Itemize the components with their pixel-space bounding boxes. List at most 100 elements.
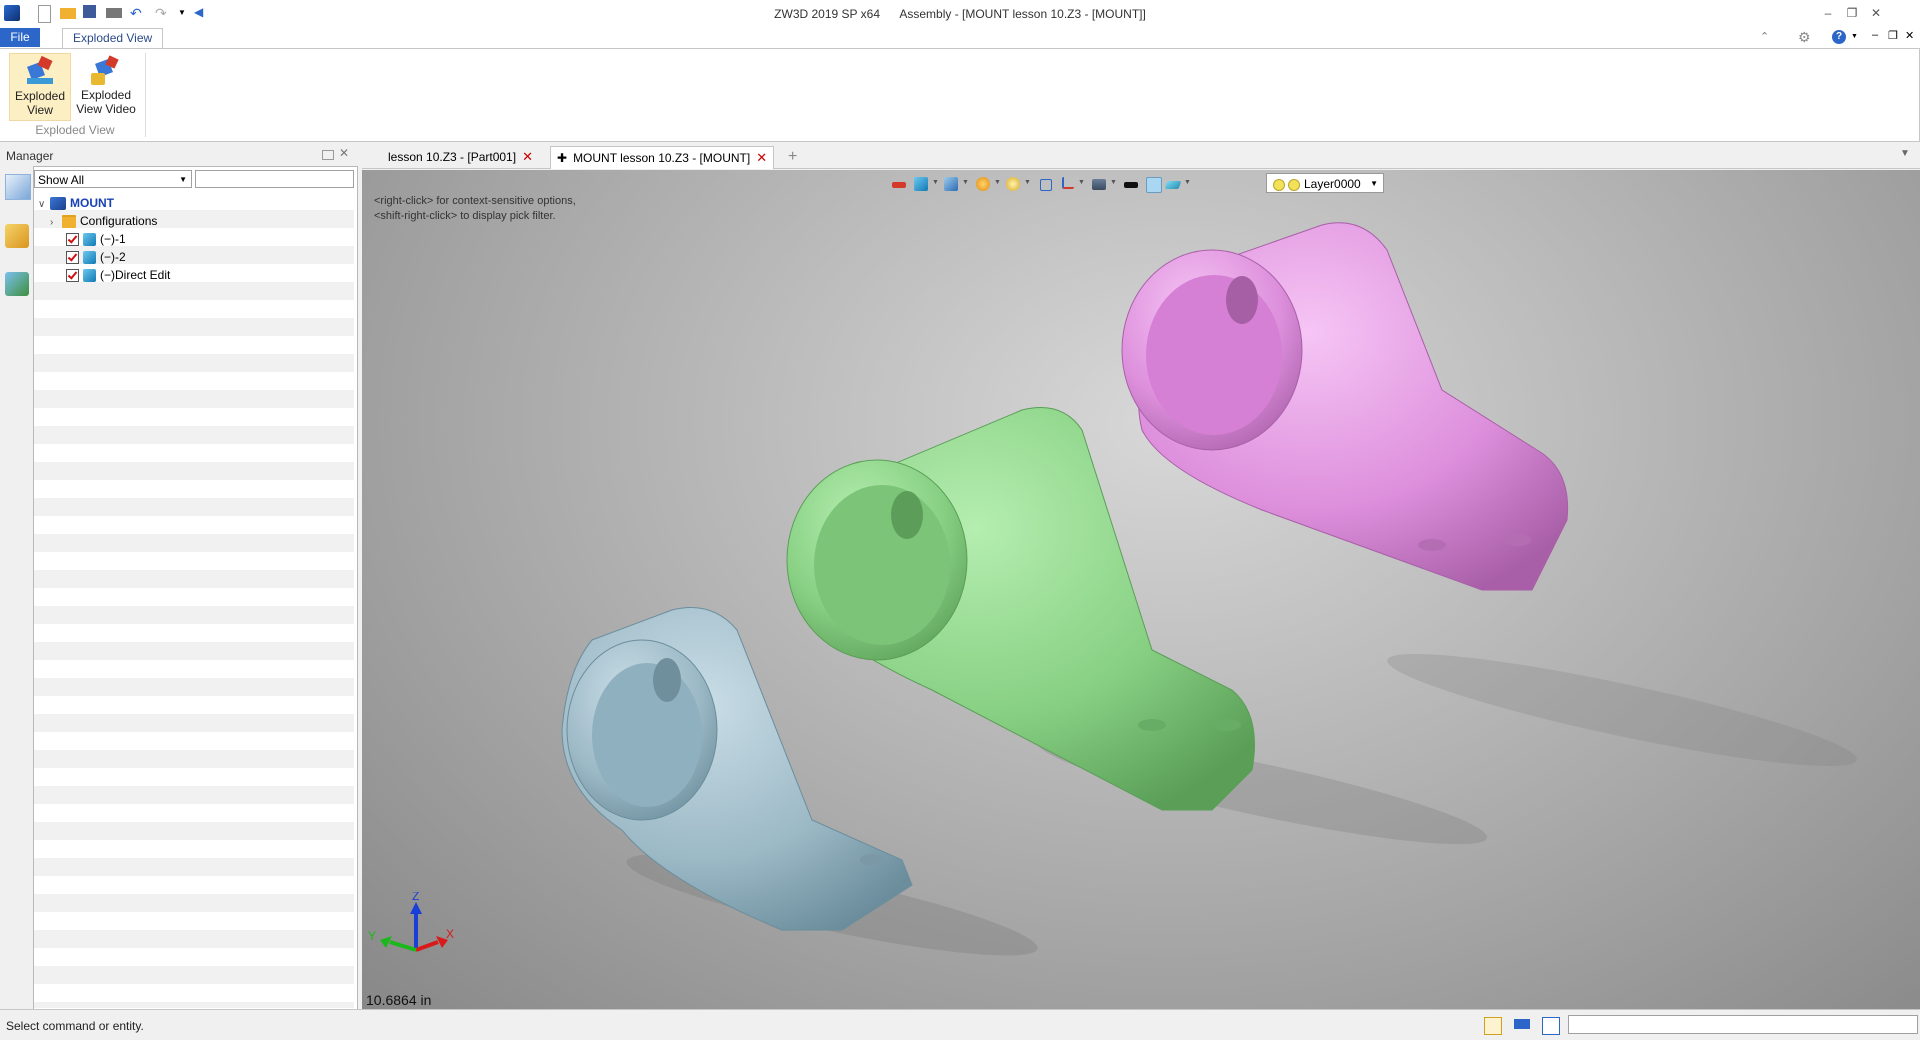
restore-app-icon[interactable]: ❐ [1842, 4, 1862, 22]
axis-z-label: Z [412, 892, 419, 903]
chevron-down-icon[interactable]: ▼ [962, 179, 969, 186]
viewport-hint: <right-click> for context-sensitive opti… [374, 194, 576, 224]
tab-exploded-view[interactable]: Exploded View [62, 28, 164, 48]
manager-header: Manager ✕ [0, 144, 358, 166]
title-bar: ↶ ↷ ▼ ◀ ZW3D 2019 SP x64 Assembly - [MOU… [0, 0, 1920, 28]
help-dropdown-icon[interactable]: ▼ [1851, 33, 1858, 40]
chevron-down-icon[interactable]: ▼ [932, 179, 939, 186]
manager-close-icon[interactable]: ✕ [339, 146, 349, 160]
shadow-pink-part [1387, 653, 1857, 767]
add-tab-icon[interactable]: + [782, 146, 803, 168]
display-settings-icon[interactable] [1092, 179, 1106, 190]
ribbon-group-label: Exploded View [35, 123, 115, 137]
doc-tab-mount[interactable]: ✚ MOUNT lesson 10.Z3 - [MOUNT] ✕ [550, 146, 775, 169]
chevron-down-icon[interactable]: ▼ [994, 179, 1001, 186]
status-text: Select command or entity. [6, 1019, 144, 1033]
viewport-hint-line-1: <right-click> for context-sensitive opti… [374, 195, 576, 207]
zoom-icon[interactable] [1006, 177, 1020, 191]
close-tab-icon[interactable]: ✕ [756, 150, 767, 165]
exploded-view-label-2: View [27, 103, 53, 117]
layer-dropdown[interactable]: Layer0000 ▼ [1266, 173, 1384, 193]
help-icon[interactable]: ? [1832, 30, 1846, 44]
doc-tab-part001[interactable]: lesson 10.Z3 - [Part001] ✕ [382, 146, 539, 168]
minimize-app-icon[interactable]: – [1818, 4, 1838, 22]
restore-doc-icon[interactable]: ❐ [1888, 29, 1898, 42]
shading-icon[interactable] [976, 177, 990, 191]
tree-item-label: (−)-1 [100, 232, 126, 246]
tree-item-label: (−)-2 [100, 250, 126, 264]
tree-item-label: (−)Direct Edit [100, 268, 171, 282]
layout-icon[interactable] [1484, 1017, 1502, 1035]
chevron-down-icon[interactable]: ▼ [1078, 179, 1085, 186]
part-cube-icon [83, 251, 96, 265]
doc-tab-label: lesson 10.Z3 - [Part001] [388, 150, 517, 164]
axis-x-label: X [446, 927, 454, 941]
close-app-icon[interactable]: ✕ [1866, 4, 1886, 22]
collapse-ribbon-icon[interactable]: ⌃ [1760, 30, 1769, 43]
collapse-icon[interactable]: ∨ [38, 196, 50, 214]
expand-icon[interactable]: › [50, 214, 62, 232]
color-swatch-icon[interactable] [1146, 177, 1162, 193]
section-view-icon[interactable] [1062, 177, 1074, 189]
monitor-icon[interactable] [1514, 1019, 1530, 1029]
light-bulb-icon [1273, 178, 1285, 191]
scale-readout: 10.6864 in [366, 992, 432, 1008]
zoom-fit-icon[interactable] [1040, 179, 1052, 191]
chevron-down-icon[interactable]: ▼ [1024, 179, 1031, 186]
exploded-assembly-model[interactable] [362, 170, 1920, 1009]
folder-icon [62, 215, 76, 229]
visibility-checkbox[interactable] [66, 251, 79, 265]
view-cube-icon[interactable] [914, 177, 928, 191]
show-filter-dropdown[interactable]: Show All ▼ [34, 170, 192, 188]
settings-gear-icon[interactable]: ⚙ [1798, 29, 1811, 46]
tree-root-item[interactable]: ∨ MOUNT [38, 194, 114, 212]
command-input[interactable] [1568, 1015, 1918, 1034]
tree-root-label: MOUNT [70, 196, 114, 210]
show-filter-value: Show All [38, 173, 85, 187]
assembly-icon [50, 197, 66, 211]
tree-item-part-2[interactable]: (−)-2 [66, 248, 126, 266]
exploded-view-icon [23, 55, 57, 86]
status-bar: Select command or entity. [0, 1009, 1920, 1040]
exploded-view-video-button[interactable]: Exploded View Video [74, 53, 138, 119]
background-color-icon[interactable] [1124, 182, 1138, 188]
exploded-view-video-label-1: Exploded [80, 88, 132, 102]
axis-y-label: Y [368, 929, 376, 943]
tree-search-input[interactable] [195, 170, 354, 188]
ribbon-group-divider [145, 53, 146, 137]
chevron-down-icon[interactable]: ▼ [1184, 179, 1191, 186]
minimize-doc-icon[interactable]: – [1872, 29, 1878, 41]
manager-float-icon[interactable] [322, 150, 334, 160]
parts-library-icon[interactable] [5, 224, 29, 248]
visual-manager-icon[interactable] [5, 272, 29, 296]
tree-item-label: Configurations [80, 214, 158, 228]
chevron-down-icon[interactable]: ▼ [1110, 179, 1117, 186]
part-cube-icon [83, 233, 96, 247]
exploded-view-video-icon [89, 55, 123, 85]
tree-item-part-1[interactable]: (−)-1 [66, 230, 126, 248]
window-icon[interactable] [1542, 1017, 1560, 1035]
doc-tab-label: MOUNT lesson 10.Z3 - [MOUNT] [573, 151, 751, 165]
exit-icon[interactable] [892, 182, 906, 188]
3d-viewport[interactable]: <right-click> for context-sensitive opti… [362, 170, 1920, 1009]
pink-part[interactable] [1121, 222, 1569, 591]
tab-list-menu-icon[interactable]: ▼ [1900, 148, 1910, 159]
manager-sidebar [0, 166, 33, 1009]
viewport-hint-line-2: <shift-right-click> to display pick filt… [374, 210, 556, 222]
layer-value: Layer0000 [1304, 177, 1361, 191]
close-doc-icon[interactable]: ✕ [1905, 29, 1914, 42]
axis-triad: Z X Y [368, 892, 454, 952]
tree-item-configurations[interactable]: › Configurations [50, 212, 157, 230]
tab-file[interactable]: File [0, 28, 40, 47]
ribbon-tab-bar: File Exploded View ⌃ ⚙ ? ▼ – ❐ ✕ [0, 28, 1920, 48]
visibility-checkbox[interactable] [66, 269, 79, 283]
assembly-manager-icon[interactable] [5, 174, 31, 200]
pin-icon[interactable]: ✚ [557, 151, 567, 165]
document-tab-bar: lesson 10.Z3 - [Part001] ✕ ✚ MOUNT lesson … [362, 144, 1920, 169]
visibility-checkbox[interactable] [66, 233, 79, 247]
exploded-view-button[interactable]: Exploded View [9, 53, 71, 121]
close-tab-icon[interactable]: ✕ [522, 149, 533, 164]
tree-item-direct-edit[interactable]: (−)Direct Edit [66, 266, 170, 284]
display-mode-icon[interactable] [944, 177, 958, 191]
manager-title: Manager [6, 149, 54, 163]
